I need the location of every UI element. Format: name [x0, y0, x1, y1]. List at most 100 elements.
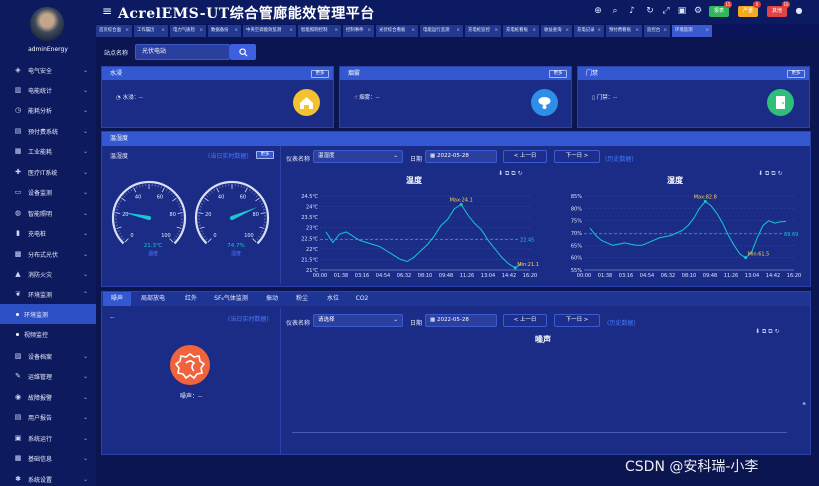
search-icon[interactable]: ⌕: [610, 6, 620, 16]
close-icon[interactable]: ×: [161, 25, 165, 37]
close-icon[interactable]: ×: [411, 25, 415, 37]
sidebar-item-8[interactable]: ▮ 充电桩 ⌄: [0, 223, 96, 243]
close-icon[interactable]: ×: [597, 25, 601, 37]
noise-history-link[interactable]: (历史数据): [607, 318, 636, 327]
noise-chart-side-icon[interactable]: ≚: [802, 402, 806, 408]
gauge-tick: [123, 195, 126, 197]
tab-2[interactable]: 电力气质检 ×: [170, 25, 206, 37]
search-button[interactable]: [230, 44, 256, 60]
gear-icon[interactable]: ⚙: [693, 6, 703, 16]
more-button[interactable]: 更多: [549, 70, 567, 78]
noise-realtime-link[interactable]: (当日实时数据): [228, 314, 269, 323]
more-button[interactable]: 更多: [311, 70, 329, 78]
close-icon[interactable]: ×: [494, 25, 498, 37]
gauge-tick: [119, 233, 122, 235]
sidebar-item-1[interactable]: ▥ 电能统计 ⌄: [0, 80, 96, 100]
sensor-tab-1[interactable]: 局部放电: [133, 292, 173, 306]
close-icon[interactable]: ×: [334, 25, 338, 37]
globe-icon[interactable]: ⊕: [593, 6, 603, 16]
sensor-tab-0[interactable]: 噪声: [103, 292, 131, 306]
sidebar-subitem-1[interactable]: 视频监控: [0, 324, 96, 344]
sidebar-item-12[interactable]: ▧ 设备档案 ⌄: [0, 346, 96, 366]
sidebar-item-15[interactable]: ▤ 用户报告 ⌄: [0, 407, 96, 427]
sidebar-item-17[interactable]: ▦ 基础信息 ⌄: [0, 448, 96, 468]
close-icon[interactable]: ×: [663, 25, 667, 37]
sidebar-item-10[interactable]: ▲ 消防火灾 ⌄: [0, 264, 96, 284]
close-icon[interactable]: ×: [125, 25, 129, 37]
fullscreen-icon[interactable]: ⤢: [661, 6, 671, 16]
tab-6[interactable]: 控制事件 ×: [343, 25, 374, 37]
close-icon[interactable]: ×: [635, 25, 639, 37]
realtime-link[interactable]: (当日实时数据): [208, 151, 249, 160]
smoke-card: 烟雾 更多 ☝ 烟雾：--: [339, 66, 572, 128]
sensor-tab-5[interactable]: 粉尘: [288, 292, 316, 306]
close-icon[interactable]: ×: [532, 25, 536, 37]
tab-14[interactable]: 监控台 ×: [644, 25, 670, 37]
sidebar-item-0[interactable]: ◈ 电气安全 ⌄: [0, 60, 96, 80]
charger-icon: ▮: [16, 229, 20, 237]
mute-bell-icon[interactable]: ♪: [627, 6, 637, 16]
close-icon[interactable]: ×: [565, 25, 569, 37]
tab-10[interactable]: 充电桩看板 ×: [503, 25, 539, 37]
sidebar-item-6[interactable]: ▭ 设备监测 ⌄: [0, 182, 96, 202]
close-icon[interactable]: ×: [234, 25, 238, 37]
sidebar-item-3[interactable]: ▤ 预付费系统 ⌄: [0, 121, 96, 141]
badge-other[interactable]: 其他 10: [767, 1, 790, 17]
tab-11[interactable]: 收益查询 ×: [541, 25, 572, 37]
sensor-tab-6[interactable]: 水位: [320, 292, 346, 306]
date-picker[interactable]: ▦ 2022-05-28: [425, 150, 497, 163]
more-button[interactable]: 更多: [787, 70, 805, 78]
tab-0[interactable]: 首页综合面 ×: [96, 25, 132, 37]
close-icon[interactable]: ×: [367, 25, 371, 37]
chart-toolbar[interactable]: ⬇⧉⧉↻: [758, 170, 785, 178]
noise-chart-toolbar[interactable]: ⬇⧉⧉↻: [755, 328, 782, 336]
sidebar-item-7[interactable]: ◍ 智能照明 ⌄: [0, 203, 96, 223]
tab-1[interactable]: 工作履历 ×: [134, 25, 168, 37]
user-icon[interactable]: ●: [794, 6, 804, 16]
avatar[interactable]: [30, 7, 64, 41]
tab-9[interactable]: 充电桩监控 ×: [465, 25, 501, 37]
noise-prev-day-button[interactable]: < 上一日: [503, 314, 547, 327]
device-select[interactable]: 温湿度 ⌄: [313, 150, 403, 163]
close-icon[interactable]: ×: [456, 25, 460, 37]
chart-toolbar[interactable]: ⬇⧉⧉↻: [498, 170, 525, 178]
sidebar-item-13[interactable]: ✎ 运维管理 ⌄: [0, 366, 96, 386]
noise-device-select[interactable]: 请选择 ⌄: [313, 314, 403, 327]
badge-report[interactable]: 报表 15: [709, 1, 732, 17]
tab-3[interactable]: 数据备份 ×: [208, 25, 241, 37]
tab-13[interactable]: 预付费看板 ×: [606, 25, 642, 37]
tab-4[interactable]: 中央空调能效监测 ×: [243, 25, 296, 37]
tab-12[interactable]: 充电记录 ×: [574, 25, 604, 37]
close-icon[interactable]: ×: [289, 25, 293, 37]
sidebar-item-14[interactable]: ◉ 故障报警 ⌄: [0, 387, 96, 407]
sidebar-item-4[interactable]: ▦ 工业能耗 ⌄: [0, 141, 96, 161]
tab-7[interactable]: 光伏综合看板 ×: [376, 25, 418, 37]
sensor-tab-4[interactable]: 振动: [259, 292, 285, 306]
noise-next-day-button[interactable]: 下一日 >: [554, 314, 600, 327]
station-select[interactable]: 光伏电站: [135, 44, 230, 60]
tab-8[interactable]: 电能运行监测 ×: [420, 25, 463, 37]
sidebar-item-16[interactable]: ▣ 系统运行 ⌄: [0, 428, 96, 448]
sidebar-item-11[interactable]: ❦ 环境监测 ⌃: [0, 284, 96, 304]
sidebar-item-2[interactable]: ◷ 能耗分析 ⌄: [0, 100, 96, 120]
close-icon[interactable]: ×: [705, 25, 709, 37]
next-day-button[interactable]: 下一日 >: [554, 150, 600, 163]
sidebar-item-18[interactable]: ✱ 系统设置 ⌄: [0, 469, 96, 486]
close-icon[interactable]: ×: [199, 25, 203, 37]
history-link[interactable]: (历史数据): [605, 154, 634, 163]
menu-toggle-icon[interactable]: ≡: [102, 4, 112, 18]
noise-date-picker[interactable]: ▦ 2022-05-28: [425, 314, 497, 327]
refresh-icon[interactable]: ↻: [645, 6, 655, 16]
sensor-tab-3[interactable]: SF₆气体监测: [207, 292, 255, 306]
sidebar-item-9[interactable]: ▩ 分布式光伏 ⌄: [0, 244, 96, 264]
sidebar-subitem-0[interactable]: 环境监测: [0, 304, 96, 324]
screen-chart-icon[interactable]: ▣: [677, 6, 687, 16]
badge-severe[interactable]: 严重 0: [738, 1, 761, 17]
sensor-tab-2[interactable]: 红外: [177, 292, 205, 306]
sidebar-item-5[interactable]: ✚ 医疗IT系统 ⌄: [0, 162, 96, 182]
tab-15[interactable]: 环境监测 ×: [672, 25, 712, 37]
prev-day-button[interactable]: < 上一日: [503, 150, 547, 163]
sensor-tab-7[interactable]: CO2: [350, 292, 374, 306]
temp-more-button[interactable]: 更多: [256, 151, 274, 159]
tab-5[interactable]: 智能照明控制 ×: [298, 25, 341, 37]
